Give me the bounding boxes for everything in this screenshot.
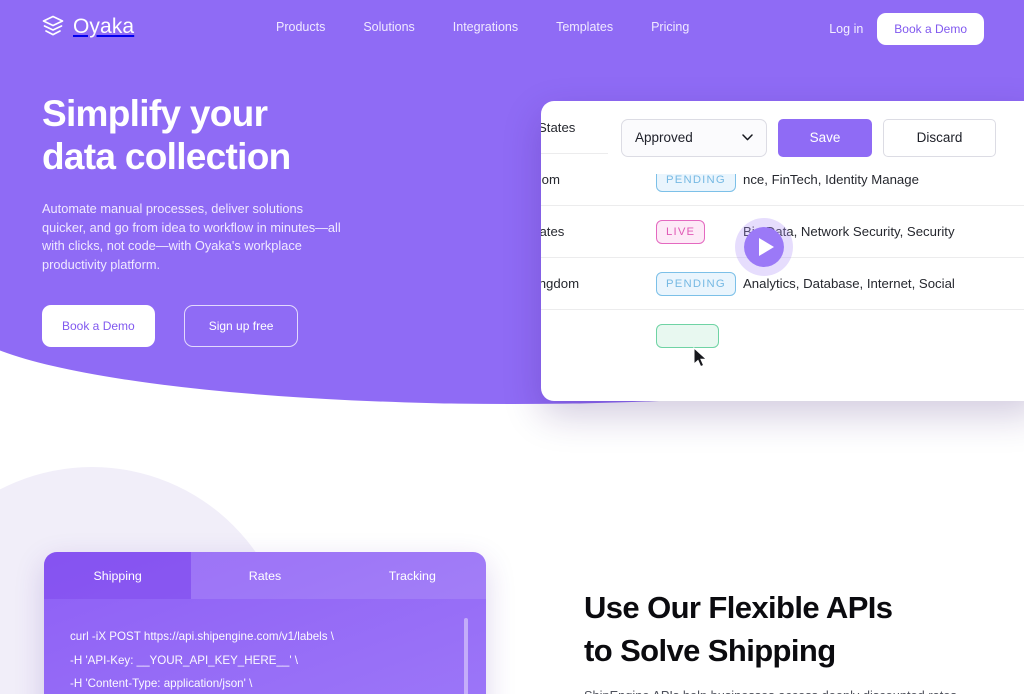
cell-status[interactable]	[638, 323, 743, 348]
book-demo-button[interactable]: Book a Demo	[877, 13, 984, 45]
status-select-value: Approved	[635, 130, 693, 145]
chevron-down-icon	[742, 134, 753, 141]
nav-item-integrations[interactable]: Integrations	[453, 20, 518, 34]
hero-section: Simplify your data collection Automate m…	[42, 92, 372, 347]
hero-subtitle: Automate manual processes, deliver solut…	[42, 201, 341, 272]
nav-item-templates[interactable]: Templates	[556, 20, 613, 34]
cell-tags: Analytics, Database, Internet, Social	[743, 276, 955, 291]
nav-item-pricing[interactable]: Pricing	[651, 20, 689, 34]
code-scrollbar[interactable]	[464, 618, 468, 694]
login-link[interactable]: Log in	[829, 22, 863, 36]
hero-cta-group: Book a Demo Sign up free	[42, 305, 372, 347]
app-toolbar: Approved Save Discard	[608, 101, 1024, 174]
hero-title: Simplify your data collection	[42, 92, 372, 178]
code-line: -H 'API-Key: __YOUR_API_KEY_HERE__' \	[70, 653, 299, 667]
cell-country: States	[541, 224, 565, 239]
code-line: -H 'Content-Type: application/json' \	[70, 677, 253, 690]
play-icon	[758, 238, 774, 256]
code-tabs: Shipping Rates Tracking	[44, 552, 486, 599]
hero-signup-button[interactable]: Sign up free	[183, 305, 299, 347]
cell-country: gdom	[541, 172, 560, 187]
app-preview-panel: d States APPROVED Cloud Computing, Compu…	[541, 101, 1024, 401]
code-line: curl -iX POST https://api.shipengine.com…	[70, 630, 334, 643]
logo-text: Oyaka	[73, 15, 135, 38]
feature-section: Use Our Flexible APIs to Solve Shipping …	[584, 586, 984, 694]
hero-book-demo-button[interactable]: Book a Demo	[42, 305, 155, 347]
navbar: Oyaka Products Solutions Integrations Te…	[0, 0, 1024, 58]
nav-actions: Log in Book a Demo	[829, 13, 984, 45]
status-badge	[656, 323, 720, 348]
play-button[interactable]	[735, 218, 793, 276]
status-badge: LIVE	[656, 219, 706, 244]
table-row[interactable]	[541, 309, 1024, 361]
cell-status[interactable]: PENDING	[638, 271, 743, 296]
tab-rates[interactable]: Rates	[191, 552, 339, 599]
status-badge: PENDING	[656, 271, 736, 296]
feature-subtitle: ShipEngine APIs help businesses access d…	[584, 686, 984, 694]
nav-links: Products Solutions Integrations Template…	[276, 20, 689, 34]
cell-country: Kingdom	[541, 276, 580, 291]
layers-icon	[42, 15, 64, 36]
status-select[interactable]: Approved	[621, 118, 767, 157]
nav-item-products[interactable]: Products	[276, 20, 325, 34]
cell-tags: nce, FinTech, Identity Manage	[743, 172, 919, 187]
landing-page: Oyaka Products Solutions Integrations Te…	[0, 0, 1024, 694]
feature-title-line-2: to Solve Shipping	[584, 633, 836, 668]
logo[interactable]: Oyaka	[42, 15, 134, 39]
code-panel: Shipping Rates Tracking curl -iX POST ht…	[44, 552, 486, 694]
cell-status[interactable]: LIVE	[638, 219, 743, 244]
code-body: curl -iX POST https://api.shipengine.com…	[44, 599, 486, 694]
nav-item-solutions[interactable]: Solutions	[363, 20, 414, 34]
hero-title-line-2: data collection	[42, 136, 291, 177]
tab-shipping[interactable]: Shipping	[44, 552, 192, 599]
tab-tracking[interactable]: Tracking	[338, 552, 486, 599]
feature-title: Use Our Flexible APIs to Solve Shipping	[584, 586, 984, 672]
discard-button[interactable]: Discard	[883, 118, 996, 157]
feature-title-line-1: Use Our Flexible APIs	[584, 590, 893, 625]
hero-title-line-1: Simplify your	[42, 93, 268, 134]
save-button[interactable]: Save	[778, 118, 872, 157]
